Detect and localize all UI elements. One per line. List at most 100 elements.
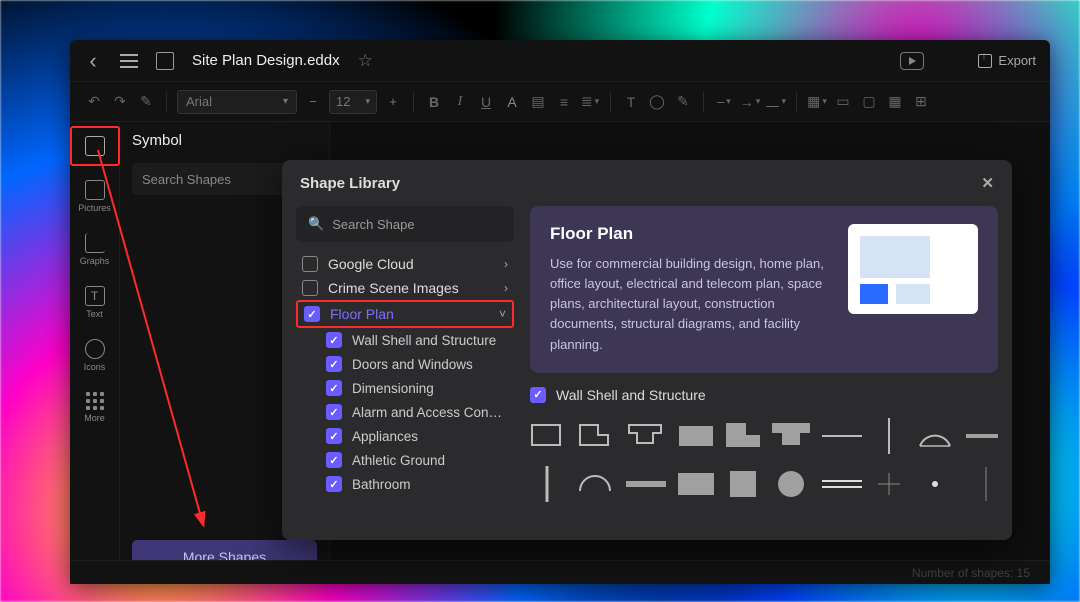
shape-circle[interactable]: [772, 465, 810, 503]
export-button[interactable]: Export: [978, 53, 1036, 68]
tree-item-athletic-ground[interactable]: Athletic Ground: [296, 448, 514, 472]
chevron-icon: ›: [504, 257, 508, 271]
shape-l-wall[interactable]: [576, 417, 614, 455]
tree-item-alarm-and-access-con-[interactable]: Alarm and Access Con…: [296, 400, 514, 424]
play-button[interactable]: [900, 52, 924, 70]
checkbox[interactable]: [302, 256, 318, 272]
pen-tool-button[interactable]: ✎: [673, 92, 693, 112]
arrow-style-button[interactable]: →: [740, 92, 760, 112]
checkbox[interactable]: [326, 380, 342, 396]
line-spacing-button[interactable]: ≣: [580, 92, 600, 112]
modal-title: Shape Library: [300, 175, 400, 192]
rail-symbol[interactable]: [74, 130, 116, 162]
rail-graphs[interactable]: Graphs: [74, 227, 116, 272]
checkbox[interactable]: [326, 404, 342, 420]
category-tree: 🔍 Search Shape Google Cloud›Crime Scene …: [296, 206, 514, 526]
shape-tool-button[interactable]: ◯: [647, 92, 667, 112]
font-size-increase[interactable]: +: [383, 92, 403, 112]
shape-vline[interactable]: [874, 417, 904, 455]
rail-pictures[interactable]: Pictures: [74, 174, 116, 219]
shape-section-header[interactable]: Wall Shell and Structure: [530, 387, 998, 403]
search-icon: 🔍: [308, 216, 324, 232]
font-color-button[interactable]: A: [502, 92, 522, 112]
grid-button[interactable]: ⊞: [911, 92, 931, 112]
rail-more[interactable]: More: [74, 386, 116, 429]
modal-close-button[interactable]: ✕: [981, 174, 994, 192]
tree-item-floor-plan[interactable]: Floor Plan˅: [296, 300, 514, 328]
shape-medium-rect[interactable]: [678, 465, 714, 503]
checkbox[interactable]: [326, 428, 342, 444]
desc-text: Use for commercial building design, home…: [550, 254, 830, 355]
checkbox[interactable]: [326, 452, 342, 468]
shape-double-line[interactable]: [822, 465, 862, 503]
group-button[interactable]: ▢: [859, 92, 879, 112]
shape-solid-t[interactable]: [772, 417, 810, 455]
arrange-button[interactable]: ▦: [885, 92, 905, 112]
font-size-decrease[interactable]: −: [303, 92, 323, 112]
shape-half-arc[interactable]: [576, 465, 614, 503]
tree-label: Floor Plan: [330, 306, 394, 322]
export-icon: [978, 54, 992, 68]
shape-solid-rect[interactable]: [678, 417, 714, 455]
more-icon: [86, 392, 104, 410]
icons-icon: [85, 339, 105, 359]
line-style-button[interactable]: [766, 92, 786, 112]
tree-item-crime-scene-images[interactable]: Crime Scene Images›: [296, 276, 514, 300]
text-tool-button[interactable]: T: [621, 92, 641, 112]
shape-dot[interactable]: [916, 465, 954, 503]
tree-label: Doors and Windows: [352, 357, 473, 372]
checkbox[interactable]: [304, 306, 320, 322]
menu-button[interactable]: [120, 54, 138, 68]
shape-thick-hline[interactable]: [626, 465, 666, 503]
shape-t-wall[interactable]: [626, 417, 666, 455]
section-title-label: Wall Shell and Structure: [556, 387, 706, 403]
shape-vline2[interactable]: [530, 465, 564, 503]
shape-thick-line[interactable]: [966, 417, 998, 455]
status-bar: Number of shapes: 15: [70, 560, 1050, 584]
tree-item-doors-and-windows[interactable]: Doors and Windows: [296, 352, 514, 376]
file-title: Site Plan Design.eddx: [192, 52, 340, 69]
tree-item-dimensioning[interactable]: Dimensioning: [296, 376, 514, 400]
align-button[interactable]: ≡: [554, 92, 574, 112]
shape-solid-l[interactable]: [726, 417, 760, 455]
checkbox[interactable]: [326, 476, 342, 492]
modal-header: Shape Library ✕: [282, 160, 1012, 206]
undo-button[interactable]: ↶: [84, 92, 104, 112]
checkbox[interactable]: [326, 332, 342, 348]
shape-cross[interactable]: [874, 465, 904, 503]
font-size-select[interactable]: 12▾: [329, 90, 377, 114]
text-icon: T: [85, 286, 105, 306]
highlight-button[interactable]: ▤: [528, 92, 548, 112]
tree-item-bathroom[interactable]: Bathroom: [296, 472, 514, 496]
rail-icons[interactable]: Icons: [74, 333, 116, 378]
shape-wall-rect[interactable]: [530, 417, 564, 455]
italic-button[interactable]: I: [450, 92, 470, 112]
shape-search-input[interactable]: 🔍 Search Shape: [296, 206, 514, 242]
paint-button[interactable]: ✎: [136, 92, 156, 112]
tree-item-google-cloud[interactable]: Google Cloud›: [296, 252, 514, 276]
section-checkbox[interactable]: [530, 387, 546, 403]
connector-button[interactable]: ⎯: [714, 92, 734, 112]
rail-text[interactable]: T Text: [74, 280, 116, 325]
favorite-button[interactable]: ☆: [358, 51, 373, 71]
fill-button[interactable]: ▦: [807, 92, 827, 112]
export-label: Export: [998, 53, 1036, 68]
checkbox[interactable]: [326, 356, 342, 372]
shape-hline[interactable]: [822, 417, 862, 455]
font-select[interactable]: Arial▾: [177, 90, 297, 114]
redo-button[interactable]: ↷: [110, 92, 130, 112]
symbol-icon: [85, 136, 105, 156]
shape-library-modal: Shape Library ✕ 🔍 Search Shape Google Cl…: [282, 160, 1012, 540]
checkbox[interactable]: [302, 280, 318, 296]
tree-item-wall-shell-and-structure[interactable]: Wall Shell and Structure: [296, 328, 514, 352]
tree-label: Dimensioning: [352, 381, 434, 396]
tree-label: Appliances: [352, 429, 418, 444]
shape-square[interactable]: [726, 465, 760, 503]
bold-button[interactable]: B: [424, 92, 444, 112]
layer-button[interactable]: ▭: [833, 92, 853, 112]
underline-button[interactable]: U: [476, 92, 496, 112]
shape-arc[interactable]: [916, 417, 954, 455]
back-button[interactable]: [84, 52, 102, 70]
tree-item-appliances[interactable]: Appliances: [296, 424, 514, 448]
shape-vline-thin[interactable]: [966, 465, 998, 503]
